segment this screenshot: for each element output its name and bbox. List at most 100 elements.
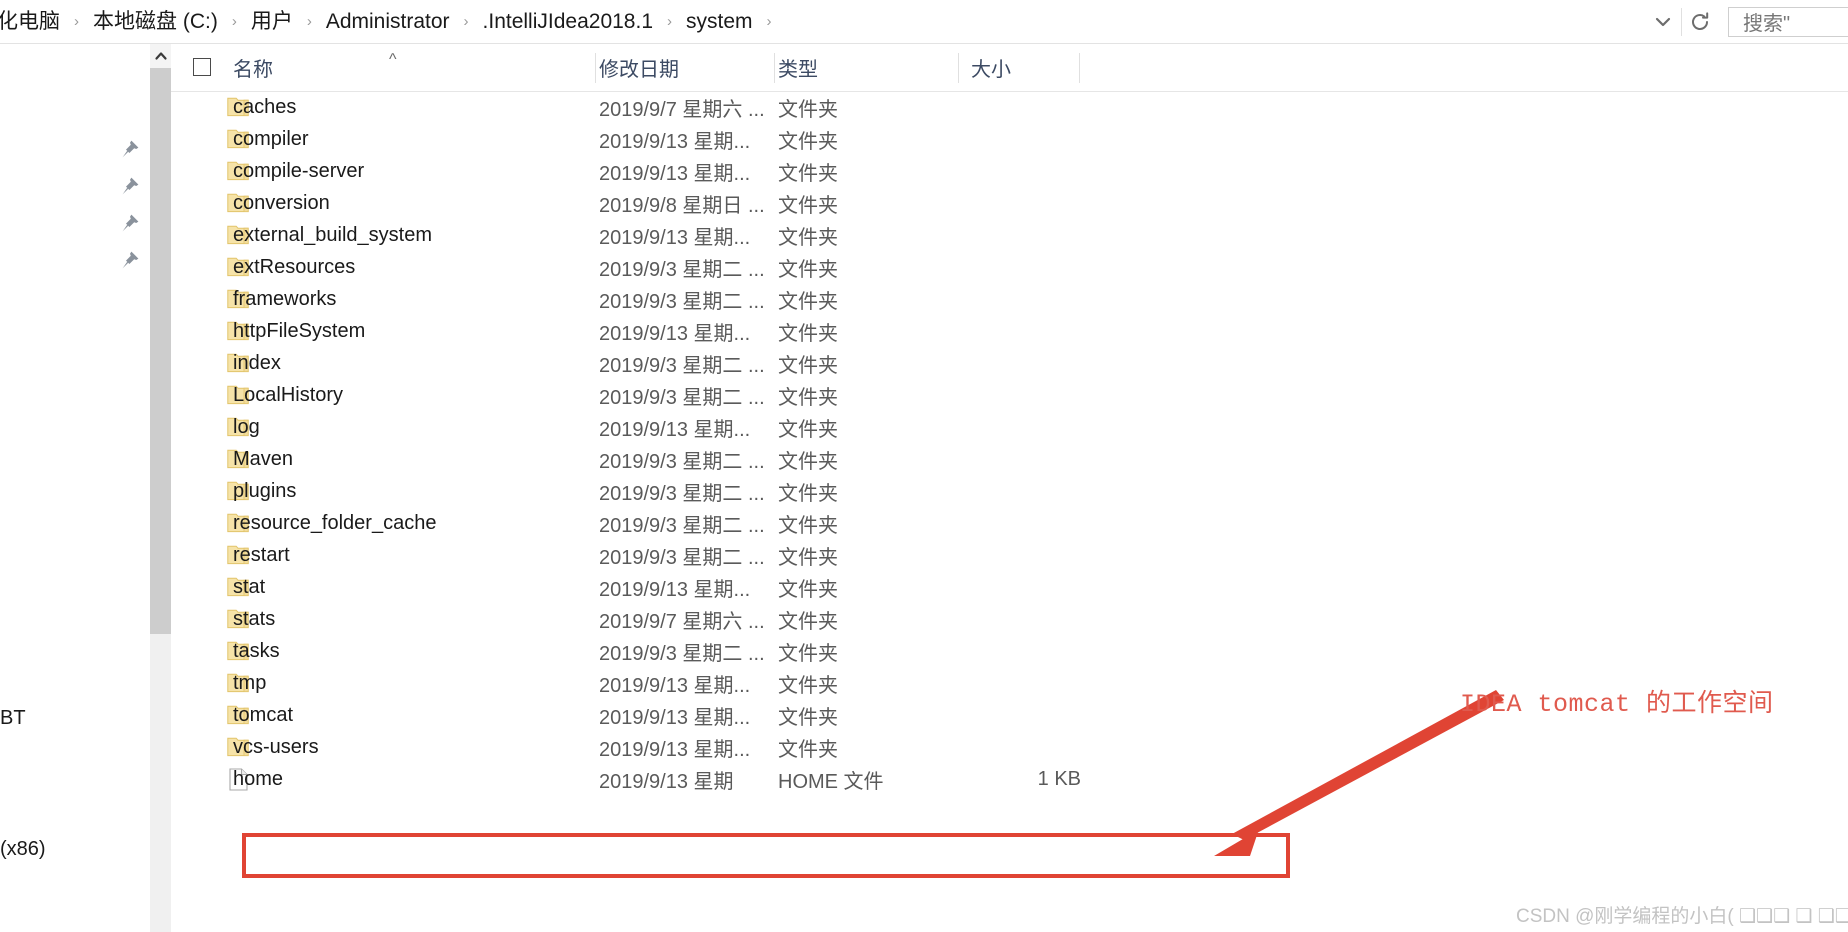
table-row[interactable]: index 2019/9/3 星期二 ... 文件夹: [171, 347, 1848, 379]
pin-icon[interactable]: [119, 249, 141, 271]
file-name-cell: plugins: [233, 479, 297, 502]
file-date-cell: 2019/9/13 星期...: [599, 226, 751, 249]
table-row[interactable]: caches 2019/9/7 星期六 ... 文件夹: [171, 91, 1848, 123]
column-divider[interactable]: [595, 53, 596, 83]
table-row[interactable]: external_build_system 2019/9/13 星期... 文件夹: [171, 219, 1848, 251]
file-date-cell: 2019/9/3 星期二 ...: [599, 546, 765, 569]
table-row[interactable]: home 2019/9/13 星期 HOME 文件 1 KB: [171, 763, 1848, 795]
file-name-cell: frameworks: [233, 287, 337, 310]
breadcrumb[interactable]: 化电脑 › 本地磁盘 (C:) › 用户 › Administrator › .IntelliJ…: [0, 0, 1645, 43]
breadcrumb-item[interactable]: 用户: [248, 9, 296, 34]
chevron-up-icon[interactable]: [150, 44, 171, 68]
table-row[interactable]: stat 2019/9/13 星期... 文件夹: [171, 571, 1848, 603]
table-row[interactable]: vcs-users 2019/9/13 星期... 文件夹: [171, 731, 1848, 763]
file-date-cell: 2019/9/3 星期二 ...: [599, 290, 765, 313]
file-type-cell: 文件夹: [778, 130, 838, 153]
table-row[interactable]: compiler 2019/9/13 星期... 文件夹: [171, 123, 1848, 155]
file-type-cell: 文件夹: [778, 610, 838, 633]
file-name-cell: tomcat: [233, 703, 294, 726]
pin-icon[interactable]: [119, 212, 141, 234]
column-header-size-label: 大小: [971, 59, 1011, 81]
file-date-cell: 2019/9/13 星期...: [599, 130, 751, 153]
table-row[interactable]: log 2019/9/13 星期... 文件夹: [171, 411, 1848, 443]
refresh-icon[interactable]: [1682, 0, 1718, 43]
breadcrumb-separator-icon[interactable]: ›: [63, 14, 90, 29]
column-header-size[interactable]: 大小: [971, 44, 1091, 91]
file-name-cell: index: [233, 351, 281, 374]
file-size-cell: [961, 219, 1099, 251]
table-row[interactable]: httpFileSystem 2019/9/13 星期... 文件夹: [171, 315, 1848, 347]
file-name-cell: stats: [233, 607, 276, 630]
vertical-scrollbar[interactable]: [150, 44, 171, 932]
table-row[interactable]: LocalHistory 2019/9/3 星期二 ... 文件夹: [171, 379, 1848, 411]
file-type-cell: 文件夹: [778, 706, 838, 729]
file-date-cell: 2019/9/13 星期...: [599, 706, 751, 729]
breadcrumb-separator-icon[interactable]: ›: [453, 14, 480, 29]
breadcrumb-item[interactable]: Administrator: [323, 9, 453, 34]
file-size-cell: [961, 123, 1099, 155]
nav-item-label-clipped[interactable]: BT: [0, 707, 26, 730]
file-name-cell: vcs-users: [233, 735, 319, 758]
scrollbar-thumb[interactable]: [150, 68, 171, 634]
pin-icon[interactable]: [119, 138, 141, 160]
file-name-cell: restart: [233, 543, 290, 566]
nav-item-label-clipped[interactable]: (x86): [0, 838, 46, 861]
file-type-cell: 文件夹: [778, 418, 838, 441]
column-divider[interactable]: [958, 53, 959, 83]
file-date-cell: 2019/9/13 星期: [599, 770, 734, 793]
file-date-cell: 2019/9/13 星期...: [599, 738, 751, 761]
column-header-type-label: 类型: [778, 59, 818, 81]
breadcrumb-separator-icon[interactable]: ›: [756, 14, 783, 29]
breadcrumb-item[interactable]: .IntelliJIdea2018.1: [480, 9, 656, 34]
column-header-row: ^ 名称 修改日期 类型 大小: [171, 44, 1848, 92]
file-size-cell: [961, 635, 1099, 667]
breadcrumb-separator-icon[interactable]: ›: [656, 14, 683, 29]
file-date-cell: 2019/9/3 星期二 ...: [599, 354, 765, 377]
column-divider[interactable]: [774, 53, 775, 83]
file-date-cell: 2019/9/13 星期...: [599, 322, 751, 345]
file-name-cell: compiler: [233, 127, 309, 150]
file-size-cell: [961, 699, 1099, 731]
file-type-cell: 文件夹: [778, 514, 838, 537]
table-row[interactable]: compile-server 2019/9/13 星期... 文件夹: [171, 155, 1848, 187]
column-divider[interactable]: [1079, 53, 1080, 83]
table-row[interactable]: tasks 2019/9/3 星期二 ... 文件夹: [171, 635, 1848, 667]
annotation-callout-text: IDEA tomcat 的工作空间: [1460, 690, 1774, 719]
file-size-cell: [961, 475, 1099, 507]
file-name-cell: conversion: [233, 191, 330, 214]
file-size-cell: [961, 91, 1099, 123]
navigation-pane[interactable]: BT (x86): [0, 44, 150, 932]
column-header-type[interactable]: 类型: [778, 44, 958, 91]
breadcrumb-item[interactable]: 本地磁盘 (C:): [90, 9, 221, 34]
file-type-cell: 文件夹: [778, 642, 838, 665]
search-input[interactable]: 搜索": [1728, 6, 1848, 37]
table-row[interactable]: resource_folder_cache 2019/9/3 星期二 ... 文件夹: [171, 507, 1848, 539]
column-header-name[interactable]: 名称: [233, 44, 593, 91]
file-date-cell: 2019/9/3 星期二 ...: [599, 482, 765, 505]
column-header-date[interactable]: 修改日期: [599, 44, 774, 91]
breadcrumb-separator-icon[interactable]: ›: [296, 14, 323, 29]
chevron-down-icon[interactable]: [1645, 0, 1681, 43]
table-row[interactable]: plugins 2019/9/3 星期二 ... 文件夹: [171, 475, 1848, 507]
file-date-cell: 2019/9/13 星期...: [599, 578, 751, 601]
file-date-cell: 2019/9/7 星期六 ...: [599, 610, 765, 633]
breadcrumb-item[interactable]: 化电脑: [0, 9, 63, 34]
file-type-cell: 文件夹: [778, 546, 838, 569]
table-row[interactable]: stats 2019/9/7 星期六 ... 文件夹: [171, 603, 1848, 635]
table-row[interactable]: Maven 2019/9/3 星期二 ... 文件夹: [171, 443, 1848, 475]
file-size-cell: [961, 667, 1099, 699]
table-row[interactable]: frameworks 2019/9/3 星期二 ... 文件夹: [171, 283, 1848, 315]
table-row[interactable]: restart 2019/9/3 星期二 ... 文件夹: [171, 539, 1848, 571]
file-date-cell: 2019/9/3 星期二 ...: [599, 386, 765, 409]
table-row[interactable]: conversion 2019/9/8 星期日 ... 文件夹: [171, 187, 1848, 219]
breadcrumb-separator-icon[interactable]: ›: [221, 14, 248, 29]
table-row[interactable]: extResources 2019/9/3 星期二 ... 文件夹: [171, 251, 1848, 283]
address-bar[interactable]: 化电脑 › 本地磁盘 (C:) › 用户 › Administrator › .IntelliJ…: [0, 0, 1848, 44]
file-size-cell: [961, 283, 1099, 315]
select-all-checkbox[interactable]: [193, 58, 211, 76]
breadcrumb-item[interactable]: system: [683, 9, 756, 34]
file-type-cell: 文件夹: [778, 482, 838, 505]
file-size-cell: [961, 155, 1099, 187]
pin-icon[interactable]: [119, 175, 141, 197]
file-list[interactable]: caches 2019/9/7 星期六 ... 文件夹 compiler 2019/9/…: [171, 91, 1848, 932]
